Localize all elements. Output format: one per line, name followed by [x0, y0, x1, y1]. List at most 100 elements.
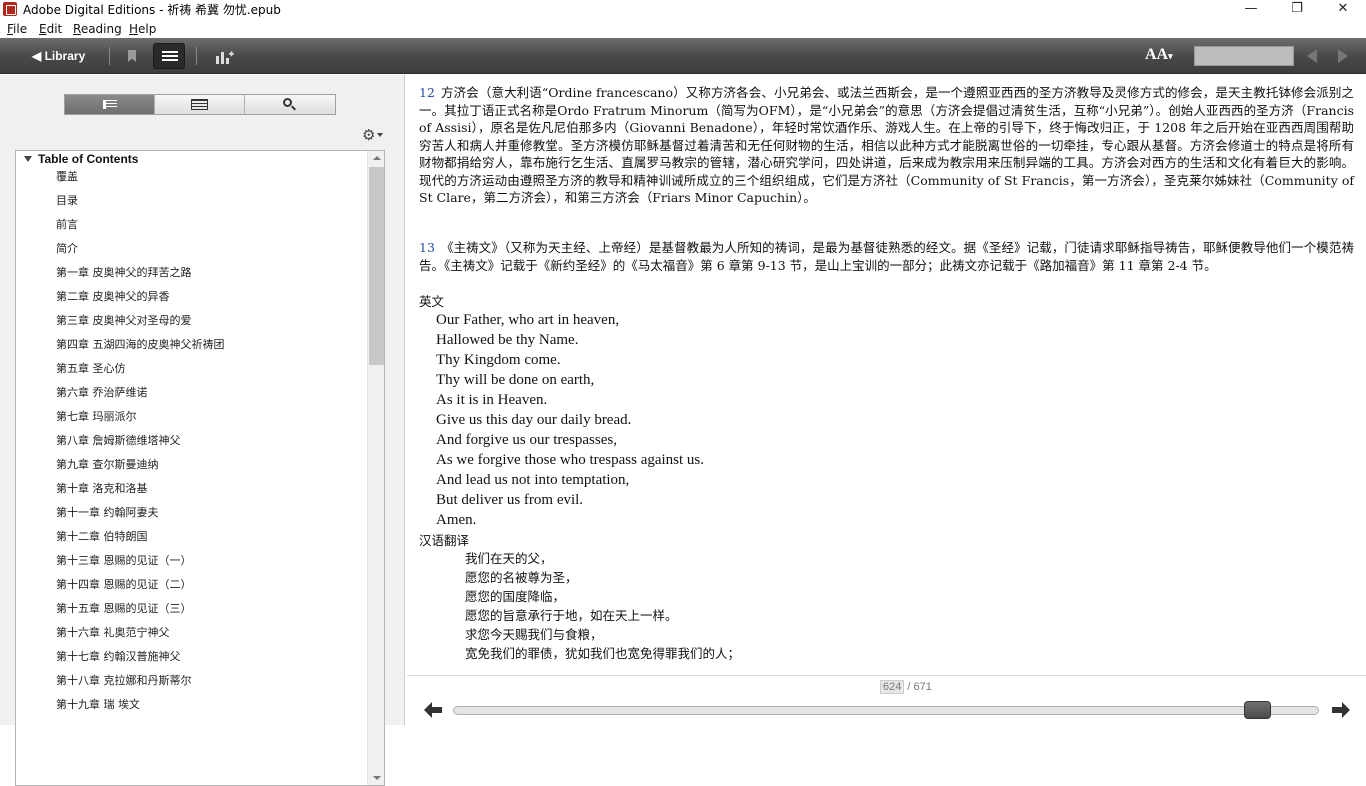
toolbar: ◀ Library AA▾ — [0, 38, 1366, 74]
toc-item[interactable]: 第三章 皮奥神父对圣母的爱 — [56, 309, 366, 333]
toc-header[interactable]: Table of Contents — [24, 152, 138, 166]
sidebar-view-tabs — [64, 94, 336, 115]
sidebar: ⚙ Table of Contents 覆盖 目录 前言 简介 第一章 皮奥神父的拜苦之… — [0, 75, 405, 786]
toc-item[interactable]: 第十四章 恩赐的见证（二） — [56, 573, 366, 597]
menu-bar: File Edit Reading Help — [0, 20, 1366, 38]
toc-item[interactable]: 第十三章 恩赐的见证（一） — [56, 549, 366, 573]
toc-list: 覆盖 目录 前言 简介 第一章 皮奥神父的拜苦之路 第二章 皮奥神父的异香 第三章 皮奥神父… — [56, 165, 366, 717]
scroll-up-icon[interactable] — [373, 156, 381, 160]
toc-item[interactable]: 覆盖 — [56, 165, 366, 189]
title-bar: Adobe Digital Editions - 祈祷 希冀 勿忧.epub —… — [0, 0, 1366, 19]
page-slider[interactable] — [453, 706, 1319, 715]
menu-help[interactable]: Help — [129, 22, 156, 36]
english-heading: 英文 — [419, 294, 445, 309]
prayer-line: Our Father, who art in heaven, — [436, 312, 620, 328]
tab-search[interactable] — [245, 95, 335, 114]
prayer-line: And lead us not into temptation, — [436, 472, 630, 488]
total-pages: 671 — [913, 681, 932, 693]
toc-scrollbar[interactable] — [367, 151, 384, 785]
bookmark-button[interactable] — [116, 43, 148, 69]
prayer-line: 宽免我们的罪债，犹如我们也宽免得罪我们的人； — [465, 646, 741, 661]
footnote-number[interactable]: 12 — [419, 85, 435, 100]
scroll-thumb[interactable] — [369, 167, 384, 365]
tab-toc[interactable] — [65, 95, 155, 114]
footnote-12: 12 方济会（意大利语“Ordine francescano）又称方济各会、小兄弟… — [419, 85, 1354, 205]
toolbar-divider — [196, 47, 197, 65]
prayer-line: 我们在天的父， — [465, 551, 553, 566]
previous-page-button[interactable] — [1307, 49, 1317, 63]
prayer-line: Hallowed be thy Name. — [436, 332, 579, 348]
collapse-icon — [24, 156, 32, 162]
statistics-button[interactable] — [207, 43, 239, 69]
menu-file[interactable]: File — [7, 22, 27, 36]
menu-edit[interactable]: Edit — [39, 22, 62, 36]
page-indicator: 624 / 671 — [880, 680, 932, 694]
next-page-button[interactable] — [1338, 49, 1348, 63]
toc-item[interactable]: 第六章 乔治萨维诺 — [56, 381, 366, 405]
window-title: Adobe Digital Editions - 祈祷 希冀 勿忧.epub — [23, 3, 281, 17]
page-slider-thumb[interactable] — [1244, 701, 1271, 719]
toc-item[interactable]: 简介 — [56, 237, 366, 261]
chinese-prayer: 我们在天的父， 愿您的名被尊为圣， 愿您的国度降临， 愿您的旨意承行于地，如在天上一样… — [465, 549, 740, 663]
toc-item[interactable]: 第十九章 瑞 埃文 — [56, 693, 366, 717]
next-page-arrow-icon[interactable] — [1332, 702, 1350, 718]
prayer-line: As it is in Heaven. — [436, 392, 548, 408]
prayer-line: 愿您的国度降临， — [465, 589, 566, 604]
gear-icon[interactable]: ⚙ — [362, 126, 375, 144]
prayer-line: And forgive us our trespasses, — [436, 432, 617, 448]
english-prayer: Our Father, who art in heaven, Hallowed b… — [436, 310, 704, 530]
toc-item[interactable]: 第四章 五湖四海的皮奥神父祈祷团 — [56, 333, 366, 357]
prayer-line: 愿您的旨意承行于地，如在天上一样。 — [465, 608, 678, 623]
menu-reading[interactable]: Reading — [73, 22, 122, 36]
toc-item[interactable]: 前言 — [56, 213, 366, 237]
prayer-line: 求您今天赐我们与食粮， — [465, 627, 603, 642]
prayer-line: As we forgive those who trespass against… — [436, 452, 705, 468]
toc-item[interactable]: 第十五章 恩赐的见证（三） — [56, 597, 366, 621]
scroll-down-icon[interactable] — [373, 776, 381, 780]
bar-chart-icon — [216, 51, 234, 64]
toc-item[interactable]: 第八章 詹姆斯德维塔神父 — [56, 429, 366, 453]
app-icon — [3, 2, 17, 16]
list-icon — [162, 51, 178, 63]
minimize-button[interactable]: — — [1228, 0, 1274, 19]
current-page-field[interactable]: 624 — [880, 680, 905, 694]
tab-annotations[interactable] — [155, 95, 245, 114]
previous-page-arrow-icon[interactable] — [424, 702, 442, 718]
toc-item[interactable]: 第十一章 约翰阿妻夫 — [56, 501, 366, 525]
prayer-line: Thy Kingdom come. — [436, 352, 561, 368]
toc-item[interactable]: 第十二章 伯特朗国 — [56, 525, 366, 549]
maximize-button[interactable]: ❐ — [1274, 0, 1320, 19]
document-icon — [103, 100, 117, 109]
toc-item[interactable]: 第七章 玛丽派尔 — [56, 405, 366, 429]
prayer-line: Amen. — [436, 512, 477, 528]
chevron-down-icon — [377, 133, 383, 137]
search-icon — [283, 98, 292, 107]
toc-item[interactable]: 第一章 皮奥神父的拜苦之路 — [56, 261, 366, 285]
toolbar-divider — [109, 47, 110, 65]
footnote-number[interactable]: 13 — [419, 240, 435, 255]
toc-item[interactable]: 第十七章 约翰汉普施神父 — [56, 645, 366, 669]
toc-item[interactable]: 第九章 查尔斯曼迪纳 — [56, 453, 366, 477]
toc-item[interactable]: 第十八章 克拉娜和丹斯蒂尔 — [56, 669, 366, 693]
prayer-line: Give us this day our daily bread. — [436, 412, 632, 428]
toc-item[interactable]: 第二章 皮奥神父的异香 — [56, 285, 366, 309]
close-button[interactable]: ✕ — [1320, 0, 1366, 19]
prayer-line: 愿您的名被尊为圣， — [465, 570, 578, 585]
toc-panel: Table of Contents 覆盖 目录 前言 简介 第一章 皮奥神父的拜苦之路第… — [15, 150, 385, 786]
reading-pane: 12 方济会（意大利语“Ordine francescano）又称方济各会、小兄弟… — [407, 75, 1366, 675]
chinese-heading: 汉语翻译 — [419, 533, 470, 548]
library-button[interactable]: ◀ Library — [24, 46, 93, 66]
bookmark-icon — [128, 50, 136, 62]
page-navigation: 624 / 671 — [407, 675, 1366, 725]
toc-item[interactable]: 第十六章 礼奥范宁神父 — [56, 621, 366, 645]
prayer-line: Thy will be done on earth, — [436, 372, 595, 388]
font-size-button[interactable]: AA▾ — [1145, 46, 1173, 64]
annotations-icon — [191, 99, 208, 110]
zoom-input[interactable] — [1194, 46, 1294, 66]
footnote-13: 13 《主祷文》（又称为天主经、上帝经）是基督教最为人所知的祷词，是最为基督徒熟悉… — [419, 240, 1354, 273]
toc-item[interactable]: 目录 — [56, 189, 366, 213]
prayer-line: But deliver us from evil. — [436, 492, 584, 508]
toc-toggle-button[interactable] — [153, 43, 185, 69]
toc-item[interactable]: 第十章 洛克和洛基 — [56, 477, 366, 501]
toc-item[interactable]: 第五章 圣心仿 — [56, 357, 366, 381]
